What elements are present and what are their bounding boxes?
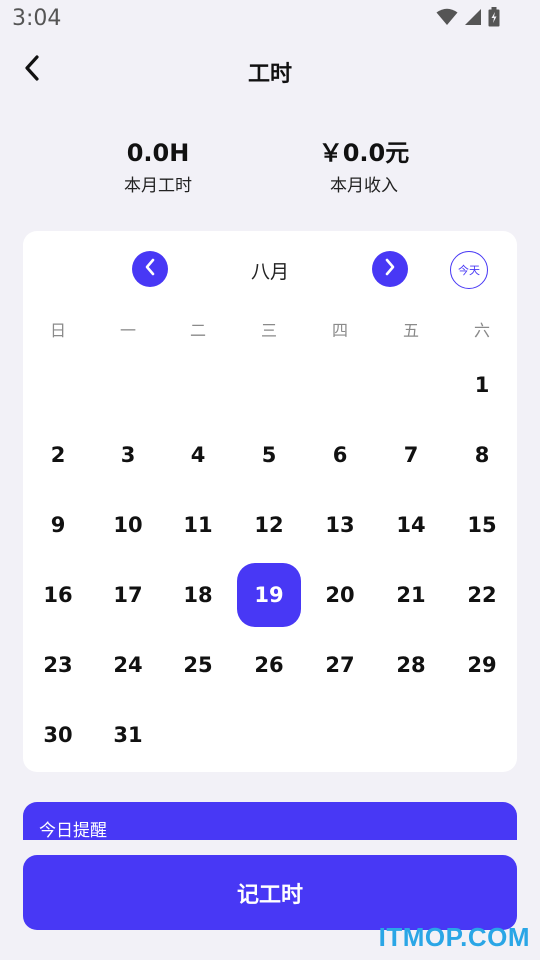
calendar-day[interactable]: 24 [96,633,160,697]
calendar-day[interactable]: 11 [166,493,230,557]
calendar-day[interactable]: 18 [166,563,230,627]
calendar-day[interactable]: 21 [379,563,443,627]
calendar-day[interactable]: 8 [450,423,514,487]
calendar-day[interactable]: 4 [166,423,230,487]
calendar-day[interactable]: 14 [379,493,443,557]
calendar-day[interactable]: 3 [96,423,160,487]
reminder-title: 今日提醒 [39,821,107,841]
calendar-day[interactable]: 13 [308,493,372,557]
wifi-icon [436,8,458,26]
calendar-day-selected[interactable]: 19 [237,563,301,627]
monthly-hours: 0.0H 本月工时 [68,136,248,196]
monthly-summary: 0.0H 本月工时 ￥0.0元 本月收入 [0,136,540,202]
calendar-day[interactable]: 7 [379,423,443,487]
record-hours-button[interactable]: 记工时 [23,855,517,930]
calendar-day[interactable]: 23 [26,633,90,697]
page-title: 工时 [247,62,292,87]
calendar-day[interactable]: 17 [96,563,160,627]
calendar-day[interactable]: 5 [237,423,301,487]
calendar-day[interactable]: 1 [450,353,514,417]
calendar-day[interactable]: 25 [166,633,230,697]
calendar-day[interactable]: 29 [450,633,514,697]
calendar-day[interactable]: 12 [237,493,301,557]
monthly-hours-value: 0.0H [126,139,190,167]
calendar-day[interactable]: 26 [237,633,301,697]
monthly-income-label: 本月收入 [330,176,398,196]
calendar-day[interactable]: 16 [26,563,90,627]
status-time: 3:04 [12,6,62,31]
signal-icon [464,8,482,26]
watermark-logo: ITMOP.COM [378,922,530,952]
calendar-day[interactable]: 6 [308,423,372,487]
calendar-day[interactable]: 30 [26,703,90,767]
monthly-hours-label: 本月工时 [124,176,192,196]
status-bar: 3:04 [0,0,540,38]
calendar-day[interactable]: 27 [308,633,372,697]
calendar-day[interactable]: 9 [26,493,90,557]
calendar-card: 八月 今天 日一二三四五六 1 2 3 4 5 6 7 8 9 10 11 12 13 14 15 16 17 1… [23,231,517,772]
today-reminder-card[interactable]: 今日提醒 [23,802,517,842]
monthly-income-value: ￥0.0元 [318,139,410,167]
calendar-day[interactable]: 15 [450,493,514,557]
calendar-day[interactable]: 2 [26,423,90,487]
calendar-day[interactable]: 28 [379,633,443,697]
calendar-day[interactable]: 22 [450,563,514,627]
day-grid: 1 2 3 4 5 6 7 8 9 10 11 12 13 14 15 16 17 18 19 20 21 22 23 24 2… [23,231,517,772]
calendar-day[interactable]: 10 [96,493,160,557]
nav-bar: 工时 [0,44,540,96]
status-icons [436,7,500,27]
calendar-day[interactable]: 20 [308,563,372,627]
monthly-income: ￥0.0元 本月收入 [274,136,454,196]
battery-icon [488,7,500,27]
calendar-day[interactable]: 31 [96,703,160,767]
